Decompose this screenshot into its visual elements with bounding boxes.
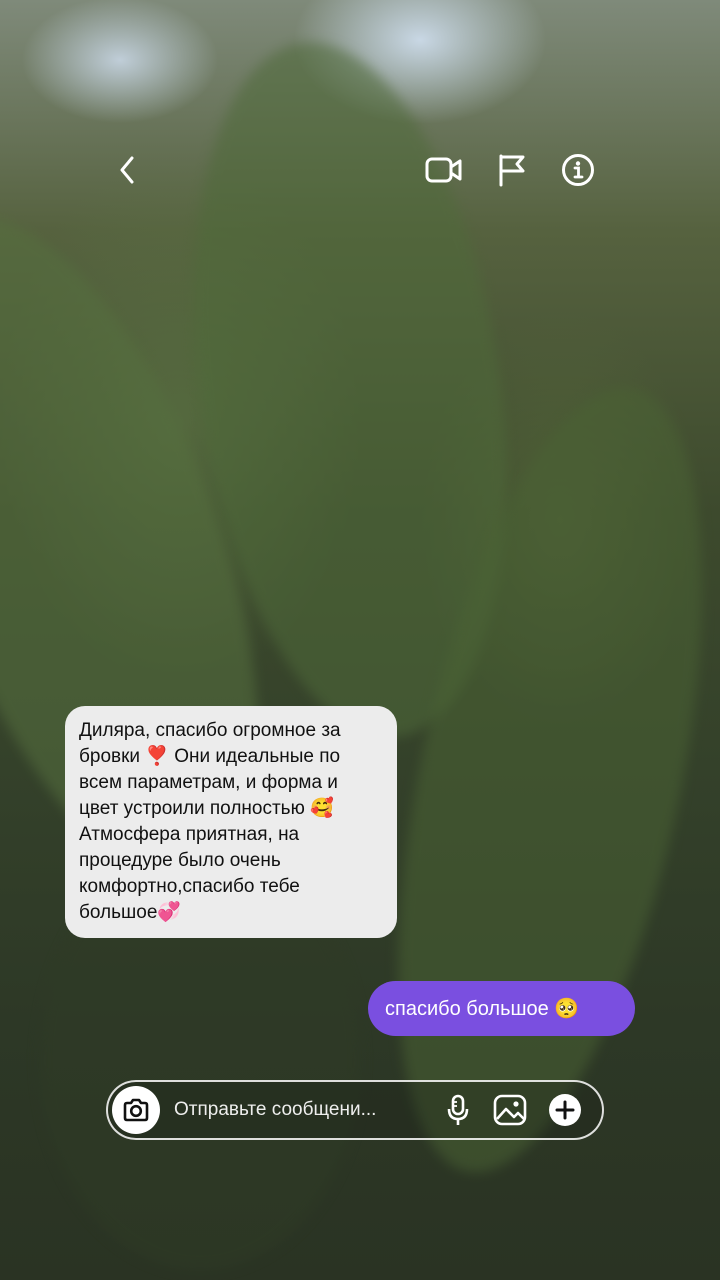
message-text-line: большое💞	[79, 902, 182, 923]
back-button[interactable]	[104, 146, 152, 194]
info-button[interactable]	[554, 146, 602, 194]
image-icon	[493, 1094, 527, 1126]
message-text-line: бровки ❣️ Они идеальные по	[79, 746, 341, 767]
gallery-button[interactable]	[492, 1092, 528, 1128]
message-text-line: процедуре было очень	[79, 850, 281, 871]
plus-icon	[549, 1094, 581, 1126]
info-icon	[562, 154, 594, 186]
video-call-button[interactable]	[420, 146, 468, 194]
message-text-line: Атмосфера приятная, на	[79, 824, 300, 845]
more-options-button[interactable]	[547, 1092, 583, 1128]
message-input[interactable]: Отправьте сообщени...	[174, 1099, 376, 1121]
outgoing-message-bubble[interactable]: спасибо большое 🥺	[368, 981, 635, 1036]
message-text-line: Диляра, спасибо огромное за	[79, 720, 341, 741]
message-composer: Отправьте сообщени...	[106, 1080, 604, 1140]
incoming-message-bubble[interactable]: Диляра, спасибо огромное за бровки ❣️ Он…	[65, 706, 397, 938]
flag-icon	[499, 154, 525, 187]
microphone-icon	[447, 1094, 469, 1125]
video-call-icon	[425, 157, 462, 183]
message-text-line: комфортно,спасибо тебе	[79, 876, 300, 897]
chevron-left-icon	[120, 156, 134, 184]
voice-message-button[interactable]	[440, 1092, 476, 1128]
camera-icon	[123, 1098, 149, 1122]
message-text-line: цвет устроили полностью 🥰	[79, 798, 334, 819]
chat-header	[0, 0, 720, 340]
message-text-line: всем параметрам, и форма и	[79, 772, 338, 793]
camera-button[interactable]	[112, 1086, 160, 1134]
message-text: спасибо большое 🥺	[385, 998, 580, 1020]
report-button[interactable]	[488, 146, 536, 194]
